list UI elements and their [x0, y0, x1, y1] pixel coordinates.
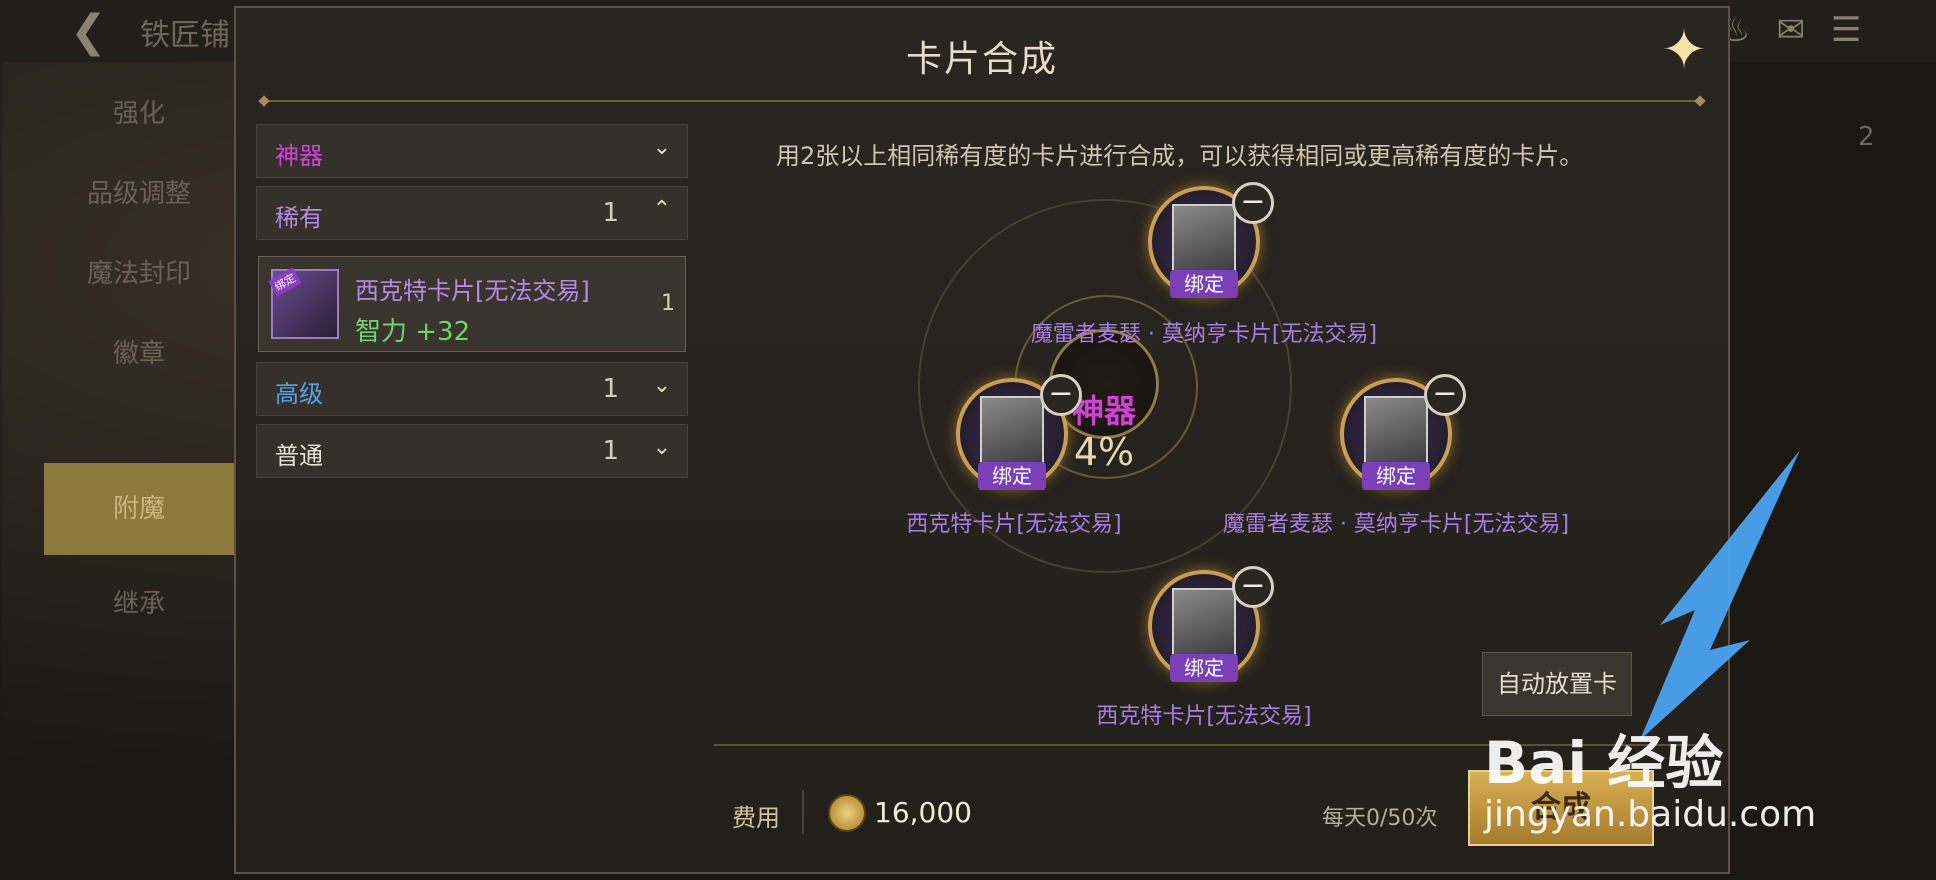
slot-card-name: 西克特卡片[无法交易] [906, 512, 1122, 537]
success-rate: 4% [1073, 430, 1135, 474]
card-stat: 智力 +32 [355, 317, 471, 347]
slot-card-name: 西克特卡片[无法交易] [1096, 704, 1312, 729]
back-arrow-icon[interactable]: ❮ [70, 6, 107, 57]
bound-badge: 绑定 [978, 462, 1046, 490]
card-slot-top[interactable]: 绑定 − [1148, 182, 1274, 298]
card-name: 西克特卡片[无法交易] [355, 277, 590, 305]
gold-coin-icon [828, 794, 866, 832]
background-top-icons: ♨✉☰ [1720, 10, 1888, 50]
group-common[interactable]: 普通 1 ⌄ [256, 424, 688, 478]
card-art [1172, 588, 1236, 660]
bound-tag: 绑定 [268, 267, 302, 297]
nav-item-seal[interactable]: 魔法封印 [44, 228, 234, 320]
fee-value: 16,000 [874, 796, 972, 829]
chevron-down-icon: ⌄ [652, 435, 671, 460]
bound-badge: 绑定 [1170, 270, 1238, 298]
card-quantity: 1 [661, 291, 675, 316]
chevron-down-icon: ⌄ [652, 373, 671, 398]
card-art [980, 396, 1044, 468]
group-label: 神器 [275, 142, 323, 170]
group-count: 1 [602, 374, 619, 404]
nav-item-emblem[interactable]: 徽章 [44, 308, 234, 400]
card-art [1172, 204, 1236, 276]
slot-card-name: 魔雷者麦瑟 · 莫纳亨卡片[无法交易] [1030, 322, 1378, 347]
remove-icon[interactable]: − [1040, 374, 1082, 416]
dialog-title: 卡片合成 [905, 39, 1058, 80]
remove-icon[interactable]: − [1424, 374, 1466, 416]
group-label: 高级 [275, 380, 323, 408]
bound-badge: 绑定 [1170, 654, 1238, 682]
fee-label: 费用 [732, 804, 780, 832]
bound-badge: 绑定 [1362, 462, 1430, 490]
group-artifact[interactable]: 神器 ⌄ [256, 124, 688, 178]
remove-icon[interactable]: − [1232, 182, 1274, 224]
nav-item-enchant[interactable]: 附魔 [44, 463, 234, 555]
group-advanced[interactable]: 高级 1 ⌄ [256, 362, 688, 416]
background-count: 2 [1858, 122, 1875, 152]
title-divider [264, 100, 1700, 102]
card-thumbnail: 绑定 [268, 267, 339, 339]
watermark-main: Bai 经验 [1484, 729, 1724, 797]
nav-item-inherit[interactable]: 继承 [44, 558, 234, 650]
nav-item-grade[interactable]: 品级调整 [44, 148, 234, 240]
close-icon[interactable]: ✦ [1656, 22, 1712, 78]
chevron-up-icon: ⌃ [652, 197, 671, 222]
compose-description: 用2张以上相同稀有度的卡片进行合成，可以获得相同或更高稀有度的卡片。 [776, 142, 1584, 170]
background-side-nav: 强化 品级调整 魔法封印 徽章 附魔 继承 [44, 68, 234, 828]
chevron-down-icon: ⌄ [652, 135, 671, 160]
group-count: 1 [602, 436, 619, 466]
background-title: 铁匠铺 [140, 18, 230, 53]
group-label: 稀有 [275, 204, 323, 232]
list-item-card[interactable]: 绑定 西克特卡片[无法交易] 智力 +32 1 [258, 256, 686, 352]
card-slot-bottom[interactable]: 绑定 − [1148, 566, 1274, 682]
fee-separator [802, 790, 804, 834]
daily-limit: 每天0/50次 [1322, 806, 1438, 831]
group-label: 普通 [275, 442, 323, 470]
group-count: 1 [602, 198, 619, 228]
group-rare[interactable]: 稀有 1 ⌃ [256, 186, 688, 240]
card-art [1364, 396, 1428, 468]
remove-icon[interactable]: − [1232, 566, 1274, 608]
nav-item-enhance[interactable]: 强化 [44, 68, 234, 160]
watermark-url: jingyan.baidu.com [1484, 794, 1817, 835]
card-slot-right[interactable]: 绑定 − [1340, 374, 1466, 490]
slot-card-name: 魔雷者麦瑟 · 莫纳亨卡片[无法交易] [1222, 512, 1570, 537]
card-slot-left[interactable]: 绑定 − [956, 374, 1082, 490]
